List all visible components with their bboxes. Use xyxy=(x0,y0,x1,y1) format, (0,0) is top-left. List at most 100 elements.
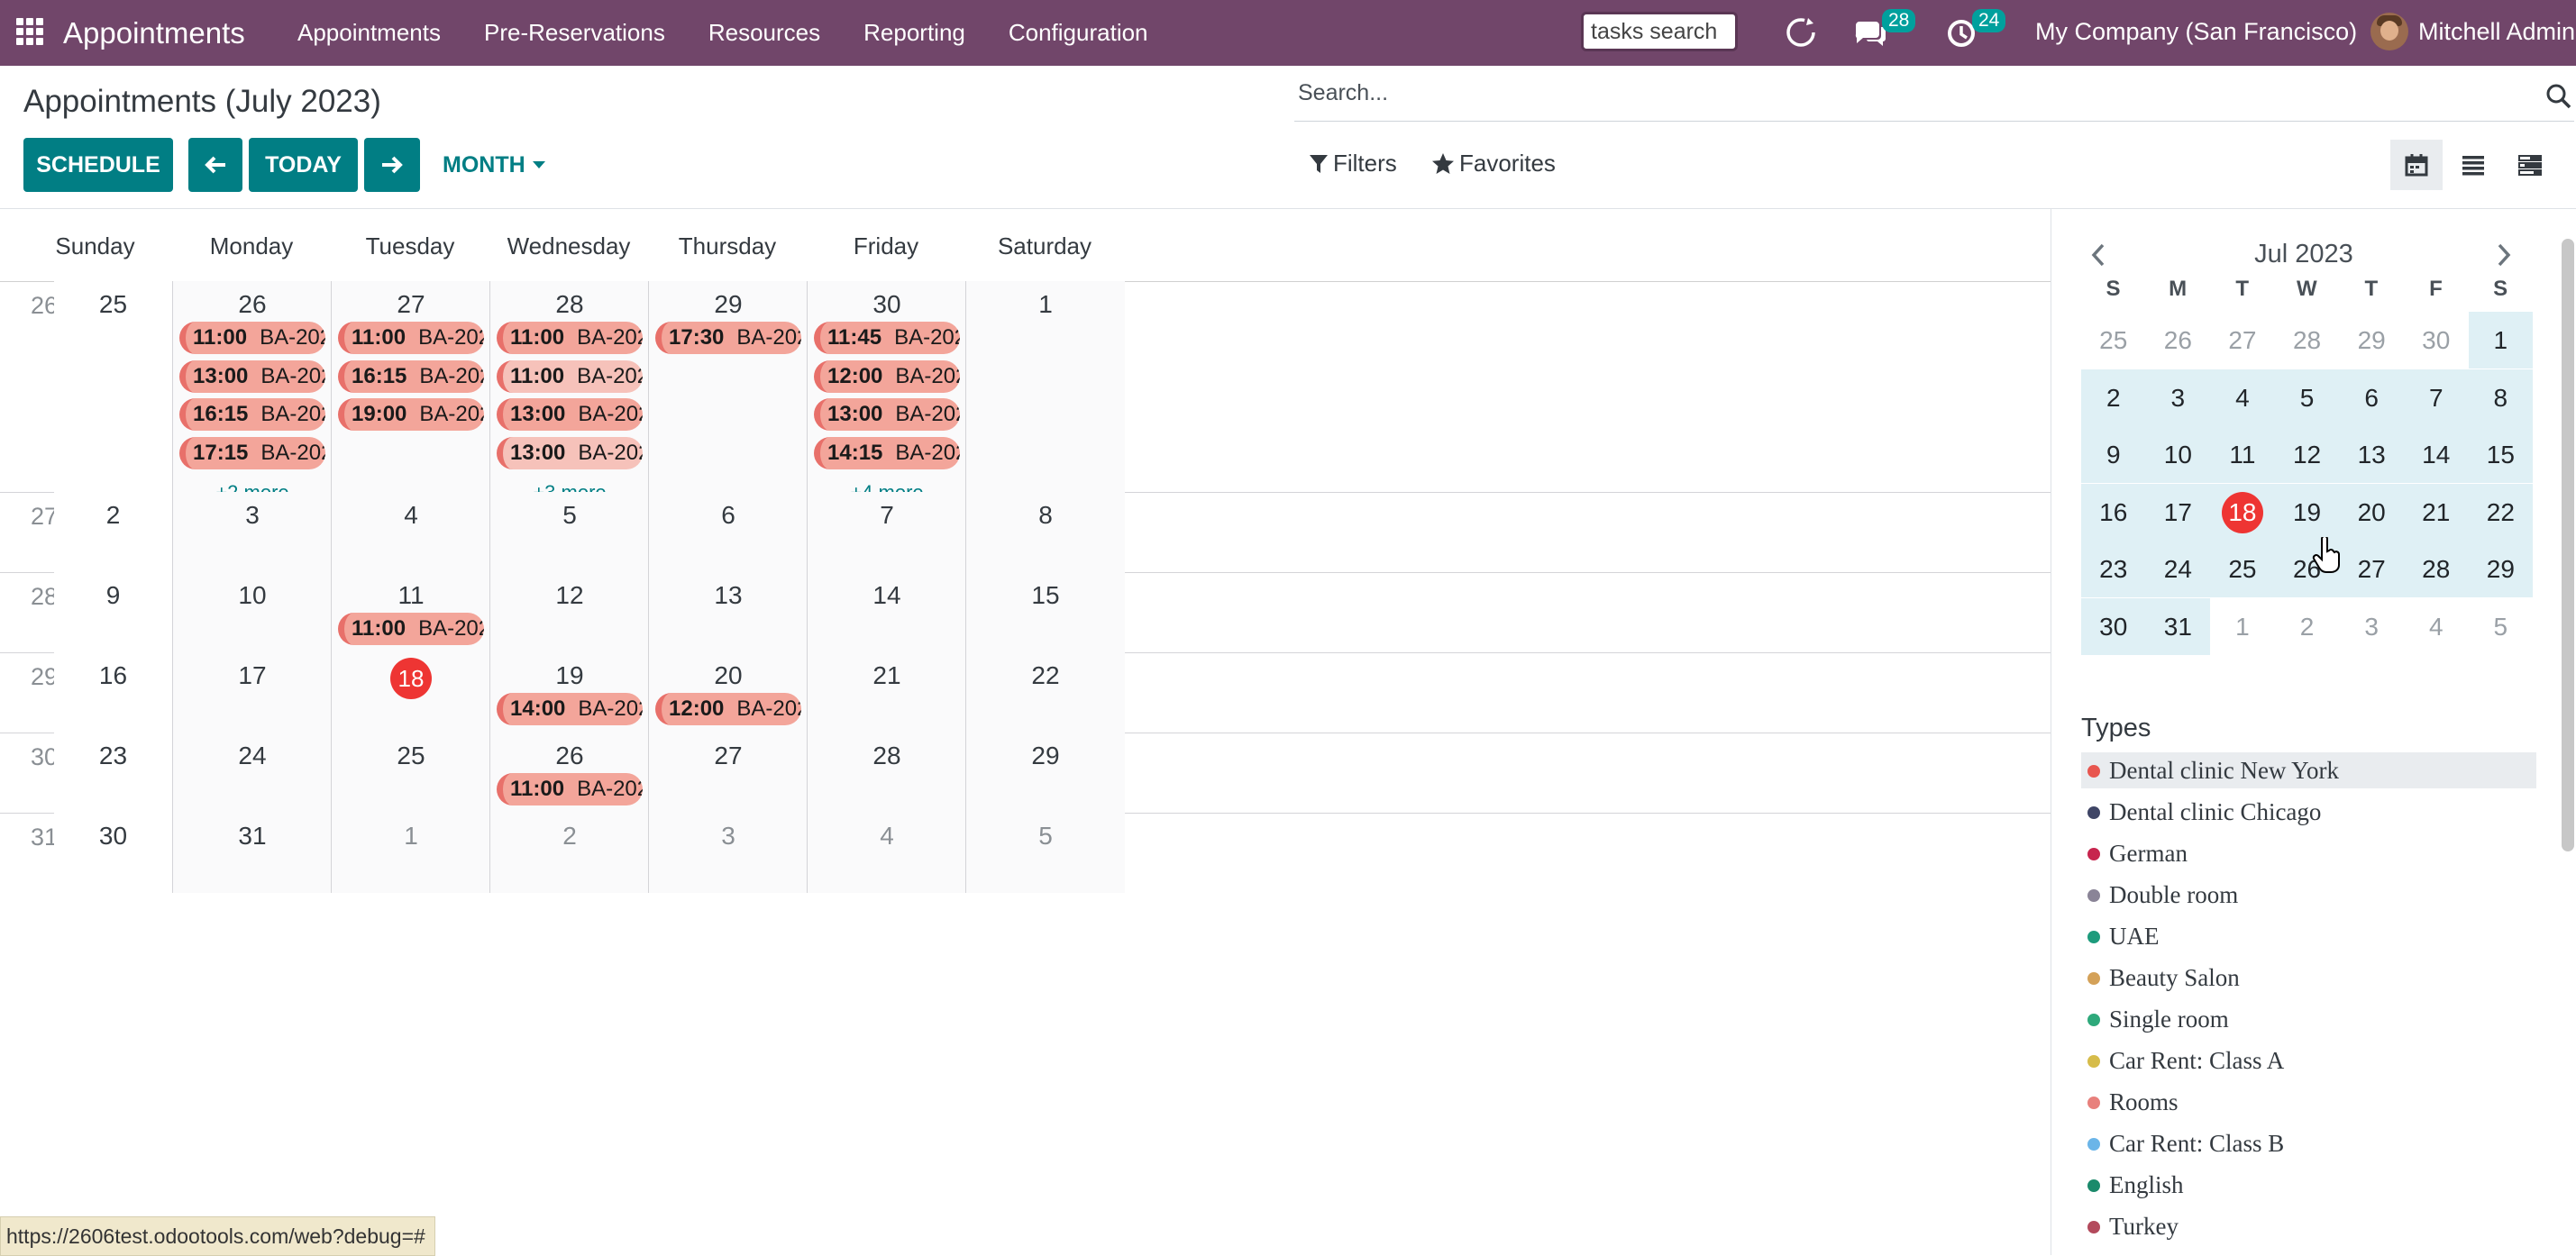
type-filter-item[interactable]: Car Rent: Class A xyxy=(2081,1042,2536,1079)
day-number[interactable]: 7 xyxy=(808,501,966,530)
day-cell[interactable]: 16 xyxy=(54,652,172,733)
day-number[interactable]: 29 xyxy=(966,742,1125,770)
day-cell[interactable]: 9 xyxy=(54,572,172,652)
day-number[interactable]: 1 xyxy=(332,822,490,851)
day-number[interactable]: 2 xyxy=(54,501,172,530)
day-cell[interactable]: 19 14:00 BA-2023/1239 fo... xyxy=(489,652,649,733)
appointment-event[interactable]: 11:00 BA-2023/1245 fo... xyxy=(497,773,643,805)
day-number[interactable]: 24 xyxy=(173,742,332,770)
day-number[interactable]: 28 xyxy=(490,290,649,319)
day-cell[interactable]: 27 11:00 BA-2023/1197 fo... 16:15 BA-2023/10… xyxy=(331,281,490,492)
day-cell[interactable]: 3 xyxy=(648,813,808,893)
appointment-event[interactable]: 11:45 BA-2023/1198 fo... xyxy=(814,322,960,354)
type-filter-item[interactable]: Beauty Salon xyxy=(2081,960,2536,996)
type-filter-item[interactable]: UAE xyxy=(2081,918,2536,954)
day-cell[interactable]: 26 11:00 BA-2023/1140 fo... 13:00 BA-2023/10… xyxy=(172,281,332,504)
type-filter-item[interactable]: English xyxy=(2081,1167,2536,1203)
day-cell[interactable]: 26 11:00 BA-2023/1245 fo... xyxy=(489,733,649,813)
day-cell[interactable]: 18 xyxy=(331,652,490,733)
appointment-event[interactable]: 12:00 BA-2023/1242 fo... xyxy=(655,693,801,725)
day-cell[interactable]: 8 xyxy=(965,492,1125,572)
day-cell[interactable]: 31 xyxy=(172,813,332,893)
day-number[interactable]: 4 xyxy=(332,501,490,530)
mini-calendar-day[interactable]: 25 xyxy=(2210,541,2275,597)
day-cell[interactable]: 15 xyxy=(965,572,1125,652)
day-number[interactable]: 16 xyxy=(54,661,172,690)
day-cell[interactable]: 7 xyxy=(807,492,966,572)
sidebar-scrollbar[interactable] xyxy=(2562,239,2574,851)
mini-calendar-day[interactable]: 14 xyxy=(2404,426,2469,483)
day-number[interactable]: 5 xyxy=(490,501,649,530)
mini-calendar-day[interactable]: 23 xyxy=(2081,541,2146,597)
mini-calendar-day[interactable]: 29 xyxy=(2468,541,2534,597)
mini-calendar-day[interactable]: 27 xyxy=(2339,541,2404,597)
mini-calendar-day[interactable]: 2 xyxy=(2081,369,2146,426)
mini-calendar-day[interactable]: 21 xyxy=(2404,483,2469,541)
favorites-button[interactable]: Favorites xyxy=(1431,150,1556,177)
mini-calendar-day[interactable]: 9 xyxy=(2081,426,2146,483)
day-cell[interactable]: 23 xyxy=(54,733,172,813)
day-number[interactable]: 3 xyxy=(173,501,332,530)
mini-calendar-day[interactable]: 13 xyxy=(2339,426,2404,483)
appointment-event[interactable]: 11:00 BA-2023/1142 fo... xyxy=(497,322,643,354)
mini-calendar-day[interactable]: 28 xyxy=(2275,312,2340,369)
day-cell[interactable]: 25 xyxy=(331,733,490,813)
day-cell[interactable]: 13 xyxy=(648,572,808,652)
search-icon[interactable] xyxy=(2545,83,2572,114)
day-cell[interactable]: 28 11:00 BA-2023/1142 fo... 11:00 BA-2023/11… xyxy=(489,281,649,504)
day-number[interactable]: 18 xyxy=(332,658,490,699)
mini-calendar-day[interactable]: 29 xyxy=(2339,312,2404,369)
mini-calendar-day[interactable]: 8 xyxy=(2468,369,2534,426)
day-cell[interactable]: 17 xyxy=(172,652,332,733)
day-number[interactable]: 30 xyxy=(808,290,966,319)
day-number[interactable]: 29 xyxy=(649,290,808,319)
next-button[interactable] xyxy=(364,138,420,192)
appointment-event[interactable]: 13:00 BA-2023/1139 fo... xyxy=(814,398,960,431)
day-number[interactable]: 27 xyxy=(332,290,490,319)
mini-calendar-day[interactable]: 1 xyxy=(2468,312,2534,369)
day-number[interactable]: 12 xyxy=(490,581,649,610)
mini-calendar-day[interactable]: 5 xyxy=(2469,598,2534,655)
day-number[interactable]: 25 xyxy=(332,742,490,770)
mini-calendar-day[interactable]: 5 xyxy=(2274,369,2340,426)
mini-calendar-day[interactable]: 1 xyxy=(2210,598,2275,655)
mini-calendar-day[interactable]: 30 xyxy=(2081,597,2146,655)
day-cell[interactable]: 4 xyxy=(807,813,966,893)
appointment-event[interactable]: 13:00 BA-2023/1087 fo... xyxy=(179,360,325,393)
menu-resources[interactable]: Resources xyxy=(708,0,820,66)
appointment-event[interactable]: 19:00 BA-2023/1024 fo... xyxy=(338,398,484,431)
day-cell[interactable]: 4 xyxy=(331,492,490,572)
mini-calendar-day[interactable]: 30 xyxy=(2404,312,2469,369)
messages-icon[interactable]: 28 xyxy=(1852,9,1924,52)
mini-calendar-day[interactable]: 3 xyxy=(2339,598,2404,655)
list-view-button[interactable] xyxy=(2447,140,2499,190)
mini-calendar-day[interactable]: 4 xyxy=(2404,598,2469,655)
appointment-event[interactable]: 17:15 BA-2023/1212 fo... xyxy=(179,436,325,469)
appointment-event[interactable]: 11:00 BA-2023/1158 fo... xyxy=(497,360,643,393)
menu-reporting[interactable]: Reporting xyxy=(863,0,965,66)
day-number[interactable]: 10 xyxy=(173,581,332,610)
mini-calendar-day[interactable]: 16 xyxy=(2081,483,2146,541)
day-number[interactable]: 23 xyxy=(54,742,172,770)
appointment-event[interactable]: 14:15 BA-2023/1200 fo... xyxy=(814,436,960,469)
day-cell[interactable]: 5 xyxy=(965,813,1125,893)
day-cell[interactable]: 22 xyxy=(965,652,1125,733)
appointment-event[interactable]: 12:00 BA-2023/1210 fo... xyxy=(814,360,960,393)
type-filter-item[interactable]: German xyxy=(2081,835,2536,871)
type-filter-item[interactable]: Car Rent: Class B xyxy=(2081,1125,2536,1161)
day-cell[interactable]: 5 xyxy=(489,492,649,572)
mini-calendar-day[interactable]: 25 xyxy=(2081,312,2146,369)
mini-calendar-day[interactable]: 19 xyxy=(2274,483,2340,541)
day-cell[interactable]: 10 xyxy=(172,572,332,652)
day-cell[interactable]: 29 17:30 BA-2023/1093 fo... xyxy=(648,281,808,492)
type-filter-item[interactable]: Rooms xyxy=(2081,1084,2536,1120)
day-number[interactable]: 21 xyxy=(808,661,966,690)
day-number[interactable]: 28 xyxy=(808,742,966,770)
schedule-button[interactable]: SCHEDULE xyxy=(23,138,173,192)
gantt-view-button[interactable] xyxy=(2504,140,2556,190)
type-filter-item[interactable]: Double room xyxy=(2081,877,2536,913)
day-number[interactable]: 27 xyxy=(649,742,808,770)
day-cell[interactable]: 20 12:00 BA-2023/1242 fo... xyxy=(648,652,808,733)
menu-pre-reservations[interactable]: Pre-Reservations xyxy=(484,0,665,66)
day-number[interactable]: 8 xyxy=(966,501,1125,530)
